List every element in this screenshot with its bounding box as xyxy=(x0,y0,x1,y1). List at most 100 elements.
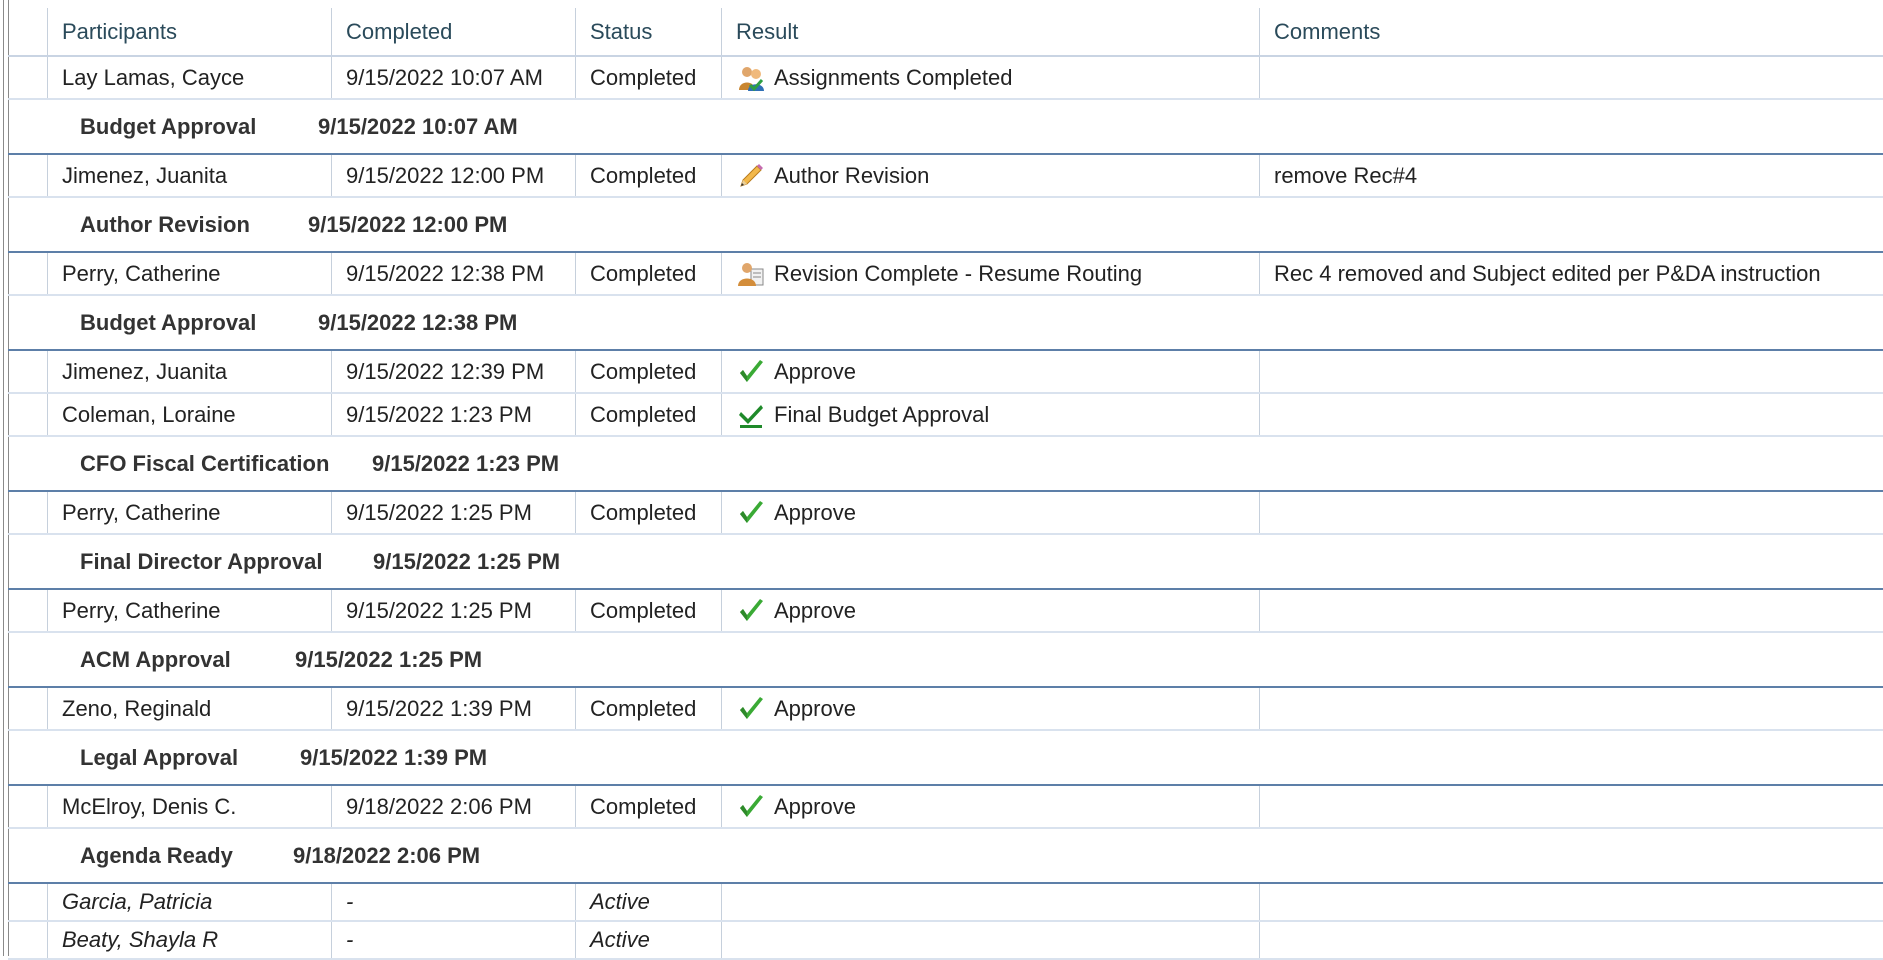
result-cell: Approve xyxy=(722,351,1260,392)
group-date: 9/15/2022 12:38 PM xyxy=(318,309,518,335)
group-name: Final Director Approval xyxy=(80,548,323,574)
comments-cell xyxy=(1260,590,1883,631)
group-name: Budget Approval xyxy=(80,309,257,335)
comments-cell xyxy=(1260,57,1883,98)
group-date: 9/15/2022 1:25 PM xyxy=(295,646,483,672)
row-selector[interactable] xyxy=(8,922,48,958)
result-label: Approve xyxy=(774,358,856,384)
workflow-history-grid: Participants Completed Status Result Com… xyxy=(8,8,1883,960)
table-row[interactable]: Jimenez, Juanita 9/15/2022 12:00 PM Comple… xyxy=(8,155,1883,198)
completed-cell: 9/15/2022 12:38 PM xyxy=(332,253,576,294)
group-name: Author Revision xyxy=(80,211,250,237)
comments-cell xyxy=(1260,922,1883,958)
result-cell: Author Revision xyxy=(722,155,1260,196)
result-label: Approve xyxy=(774,597,856,623)
comments-cell xyxy=(1260,786,1883,827)
comments-cell xyxy=(1260,351,1883,392)
result-cell: Approve xyxy=(722,590,1260,631)
row-selector[interactable] xyxy=(8,394,48,435)
group-date: 9/15/2022 1:39 PM xyxy=(300,744,488,770)
row-selector[interactable] xyxy=(8,351,48,392)
checkmark-icon xyxy=(736,498,766,528)
completed-cell: 9/18/2022 2:06 PM xyxy=(332,786,576,827)
status-cell: Active xyxy=(576,922,722,958)
active-participant-row[interactable]: Beaty, Shayla R - Active xyxy=(8,922,1883,960)
status-cell: Completed xyxy=(576,155,722,196)
participant-cell: Jimenez, Juanita xyxy=(48,351,332,392)
column-header-comments[interactable]: Comments xyxy=(1260,8,1883,55)
table-row[interactable]: Zeno, Reginald 9/15/2022 1:39 PM Completed… xyxy=(8,688,1883,731)
completed-cell: 9/15/2022 12:39 PM xyxy=(332,351,576,392)
table-row[interactable]: McElroy, Denis C. 9/18/2022 2:06 PM Comple… xyxy=(8,786,1883,829)
column-header-completed[interactable]: Completed xyxy=(332,8,576,55)
status-cell: Completed xyxy=(576,688,722,729)
result-label: Revision Complete - Resume Routing xyxy=(774,260,1143,286)
group-name: ACM Approval xyxy=(80,646,231,672)
participant-cell: Zeno, Reginald xyxy=(48,688,332,729)
completed-cell: 9/15/2022 1:23 PM xyxy=(332,394,576,435)
column-header-status[interactable]: Status xyxy=(576,8,722,55)
row-selector[interactable] xyxy=(8,884,48,920)
participant-cell: Lay Lamas, Cayce xyxy=(48,57,332,98)
result-cell xyxy=(722,884,1260,920)
row-selector[interactable] xyxy=(8,786,48,827)
row-spacer xyxy=(8,296,48,349)
result-cell: Final Budget Approval xyxy=(722,394,1260,435)
status-cell: Completed xyxy=(576,492,722,533)
completed-cell: 9/15/2022 1:39 PM xyxy=(332,688,576,729)
comments-cell xyxy=(1260,884,1883,920)
table-row[interactable]: Lay Lamas, Cayce 9/15/2022 10:07 AM Comple… xyxy=(8,57,1883,100)
users-icon xyxy=(736,63,766,93)
completed-cell: - xyxy=(332,884,576,920)
group-date: 9/15/2022 12:00 PM xyxy=(308,211,508,237)
status-cell: Completed xyxy=(576,253,722,294)
group-date: 9/15/2022 1:25 PM xyxy=(373,548,561,574)
group-header-row: Agenda Ready 9/18/2022 2:06 PM xyxy=(8,829,1883,884)
row-spacer xyxy=(8,535,48,588)
comments-cell: remove Rec#4 xyxy=(1274,162,1418,188)
participant-cell: Perry, Catherine xyxy=(48,492,332,533)
participant-cell: Perry, Catherine xyxy=(48,253,332,294)
row-selector[interactable] xyxy=(8,688,48,729)
group-header-row: Budget Approval 9/15/2022 12:38 PM xyxy=(8,296,1883,351)
row-selector[interactable] xyxy=(8,492,48,533)
result-label: Approve xyxy=(774,793,856,819)
table-row[interactable]: Perry, Catherine 9/15/2022 1:25 PM Complet… xyxy=(8,492,1883,535)
column-header-participants[interactable]: Participants xyxy=(48,8,332,55)
result-cell xyxy=(722,922,1260,958)
column-header-result[interactable]: Result xyxy=(722,8,1260,55)
status-cell: Completed xyxy=(576,786,722,827)
group-header-row: Legal Approval 9/15/2022 1:39 PM xyxy=(8,731,1883,786)
checkmark-icon xyxy=(736,357,766,387)
table-row[interactable]: Coleman, Loraine 9/15/2022 1:23 PM Complet… xyxy=(8,394,1883,437)
table-row[interactable]: Perry, Catherine 9/15/2022 1:25 PM Complet… xyxy=(8,590,1883,633)
comments-cell: Rec 4 removed and Subject edited per P&D… xyxy=(1274,260,1821,286)
row-selector[interactable] xyxy=(8,155,48,196)
table-row[interactable]: Perry, Catherine 9/15/2022 12:38 PM Comple… xyxy=(8,253,1883,296)
completed-cell: - xyxy=(332,922,576,958)
result-cell: Approve xyxy=(722,786,1260,827)
group-header-row: Budget Approval 9/15/2022 10:07 AM xyxy=(8,100,1883,155)
header-spacer xyxy=(8,8,48,55)
group-header-row: ACM Approval 9/15/2022 1:25 PM xyxy=(8,633,1883,688)
checkmark-icon xyxy=(736,596,766,626)
result-label: Approve xyxy=(774,499,856,525)
row-spacer xyxy=(8,829,48,882)
result-cell: Assignments Completed xyxy=(722,57,1260,98)
result-label: Approve xyxy=(774,695,856,721)
comments-cell xyxy=(1260,492,1883,533)
row-selector[interactable] xyxy=(8,253,48,294)
result-cell: Approve xyxy=(722,688,1260,729)
row-selector[interactable] xyxy=(8,590,48,631)
group-name: Legal Approval xyxy=(80,744,239,770)
completed-cell: 9/15/2022 10:07 AM xyxy=(332,57,576,98)
table-row[interactable]: Jimenez, Juanita 9/15/2022 12:39 PM Comple… xyxy=(8,351,1883,394)
checkmark-icon xyxy=(736,792,766,822)
user-document-icon xyxy=(736,259,766,289)
status-cell: Completed xyxy=(576,590,722,631)
comments-cell xyxy=(1260,394,1883,435)
active-participant-row[interactable]: Garcia, Patricia - Active xyxy=(8,884,1883,922)
result-cell: Revision Complete - Resume Routing xyxy=(722,253,1260,294)
row-selector[interactable] xyxy=(8,57,48,98)
completed-cell: 9/15/2022 1:25 PM xyxy=(332,492,576,533)
